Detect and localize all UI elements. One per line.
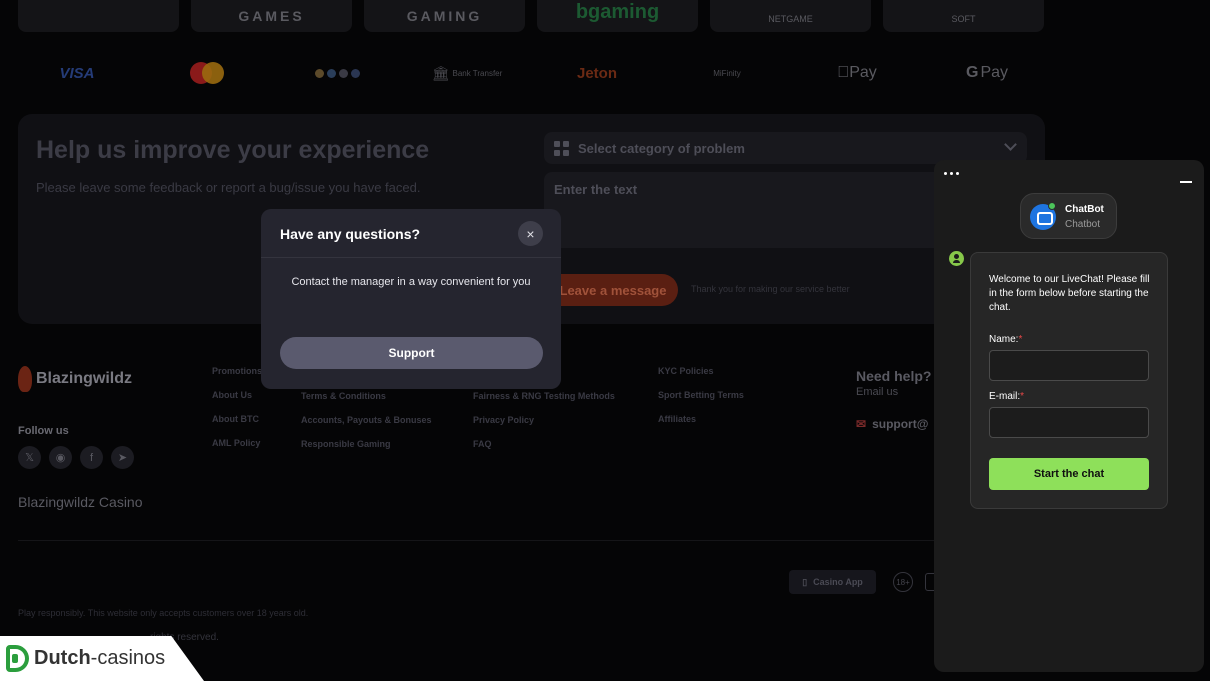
footer-link[interactable]: KYC Policies [658,366,744,376]
support-email: support@ [872,417,929,431]
support-button[interactable]: Support [280,337,543,369]
footer-column-3: Fairness & RNG Testing Methods Privacy P… [473,391,615,449]
brand-name: Blazingwildz [36,370,132,387]
user-icon [949,251,964,266]
chatbot-card: ChatBot Chatbot [1020,193,1117,239]
name-label: Name:* [989,334,1023,345]
mail-icon: ✉ [856,417,867,431]
footer-link[interactable]: About Us [212,390,262,400]
provider-tile[interactable]: GAMING [364,0,525,32]
provider-tile[interactable]: GAMES [191,0,352,32]
footer-link[interactable]: Fairness & RNG Testing Methods [473,391,615,401]
google-pay-label: Pay [980,64,1009,81]
footer-column-2: Terms & Conditions Accounts, Payouts & B… [301,391,432,449]
footer-link[interactable]: Accounts, Payouts & Bonuses [301,415,432,425]
apple-pay-label: Pay [843,64,877,81]
category-select-label: Select category of problem [578,140,745,156]
mastercard-logo [152,62,262,84]
chatbot-role: Chatbot [1065,219,1101,230]
welcome-message: Welcome to our LiveChat! Please fill in … [989,274,1150,313]
bank-transfer-label: Bank Transfer [452,68,503,78]
phone-icon: ▯ [802,576,808,587]
email-label: E-mail:* [989,391,1025,402]
facebook-icon[interactable]: f [80,446,103,469]
modal-title: Have any questions? [280,226,421,242]
provider-tile[interactable] [18,0,179,32]
footer-link[interactable]: Responsible Gaming [301,439,432,449]
payment-methods: VISA 🏛Bank Transfer Jeton MiFinity Pay … [22,62,1042,84]
email-us-label: Email us [856,386,899,398]
mifinity-logo: MiFinity [713,68,741,78]
age-restriction-icon: 18+ [893,572,913,592]
google-icon: G [965,64,979,81]
casino-app-label: Casino App [813,577,863,587]
footer-link[interactable]: FAQ [473,439,615,449]
minimize-icon[interactable] [1180,181,1192,183]
modal-text: Contact the manager in a way convenient … [291,276,531,288]
visa-logo: VISA [59,64,95,82]
dutch-casinos-watermark: Dutch-casinos [0,636,204,681]
flame-icon [18,366,32,392]
follow-us-label: Follow us [18,425,69,437]
footer-column-4: KYC Policies Sport Betting Terms Affilia… [658,366,744,424]
online-status-icon [1048,202,1056,210]
feedback-thanks: Thank you for making our service better [691,284,850,294]
chevron-down-icon [1004,138,1017,151]
feedback-subtitle: Please leave some feedback or report a b… [36,180,421,195]
need-help-title: Need help? [856,368,932,384]
footer-column-1: Promotions About Us About BTC AML Policy [212,366,262,448]
support-email-link[interactable]: ✉ support@ [856,417,928,431]
footer-link[interactable]: Affiliates [658,414,744,424]
modal-divider [261,257,561,258]
questions-modal: Have any questions? × Contact the manage… [261,209,561,389]
name-input[interactable] [989,350,1149,381]
x-icon[interactable]: 𝕏 [18,446,41,469]
provider-tile[interactable]: NETGAME [710,0,871,32]
watermark-text: Dutch-casinos [34,647,166,669]
footer-divider [18,540,1045,541]
prechat-form: Welcome to our LiveChat! Please fill in … [970,252,1168,509]
footer-brand-logo[interactable]: Blazingwildz [18,366,132,392]
provider-logos: GAMES GAMING bgaming NETGAME SOFT [18,0,1044,32]
email-input[interactable] [989,407,1149,438]
leave-message-button[interactable]: Leave a message [544,274,678,306]
social-links: 𝕏 ◉ f ➤ [18,446,134,469]
casino-app-button[interactable]: ▯ Casino App [789,570,876,594]
telegram-icon[interactable]: ➤ [111,446,134,469]
bank-icon: 🏛 [431,64,450,81]
dutch-casinos-logo-icon [6,645,29,672]
casino-name: Blazingwildz Casino [18,494,143,510]
footer-link[interactable]: Promotions [212,366,262,376]
close-icon[interactable]: × [518,221,543,246]
bank-transfer-logo: 🏛 Bank Transfer [412,62,522,84]
footer-link[interactable]: About BTC [212,414,262,424]
more-options-icon[interactable] [944,172,959,175]
start-chat-button[interactable]: Start the chat [989,458,1149,490]
instagram-icon[interactable]: ◉ [49,446,72,469]
footer-link[interactable]: Sport Betting Terms [658,390,744,400]
crypto-logos [282,62,392,84]
chatbot-name: ChatBot [1065,204,1104,215]
provider-tile[interactable]: SOFT [883,0,1044,32]
apple-icon:  [837,64,849,82]
livechat-widget: ChatBot Chatbot Welcome to our LiveChat!… [934,160,1204,672]
footer-link[interactable]: Privacy Policy [473,415,615,425]
responsible-gaming-text: Play responsibly. This website only acce… [18,608,309,618]
feedback-title: Help us improve your experience [36,136,430,164]
provider-tile[interactable]: bgaming [537,0,698,32]
jeton-logo: Jeton [576,64,617,82]
apple-pay-logo: Pay [802,62,912,84]
page: GAMES GAMING bgaming NETGAME SOFT VISA 🏛… [0,0,1210,681]
footer-link[interactable]: AML Policy [212,438,262,448]
footer-link[interactable]: Terms & Conditions [301,391,432,401]
google-pay-logo: G Pay [932,62,1042,84]
grid-icon [554,140,569,156]
